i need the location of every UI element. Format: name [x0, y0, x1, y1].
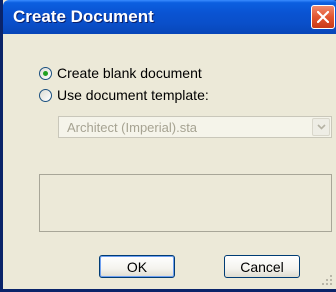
cancel-button[interactable]: Cancel: [224, 255, 300, 278]
create-document-dialog: Create Document Create blank document Us…: [0, 0, 336, 292]
resize-grip-icon[interactable]: [321, 274, 333, 286]
create-blank-option[interactable]: Create blank document: [39, 64, 202, 82]
template-select-value: Architect (Imperial).sta: [67, 120, 198, 135]
chevron-down-icon: [317, 124, 326, 130]
use-template-label: Use document template:: [57, 87, 209, 103]
close-icon: [317, 11, 329, 23]
use-template-option[interactable]: Use document template:: [39, 86, 209, 104]
ok-button[interactable]: OK: [99, 255, 175, 278]
template-preview-box: [39, 174, 332, 232]
create-blank-label: Create blank document: [57, 65, 202, 81]
dialog-title: Create Document: [13, 7, 154, 26]
template-select[interactable]: Architect (Imperial).sta: [58, 116, 332, 138]
template-select-dropdown-button[interactable]: [312, 118, 330, 136]
create-blank-radio[interactable]: [39, 66, 52, 80]
close-button[interactable]: [311, 5, 335, 29]
dialog-content: Create blank document Use document templ…: [6, 34, 336, 289]
title-bar[interactable]: Create Document: [3, 0, 336, 34]
use-template-radio[interactable]: [39, 88, 52, 102]
